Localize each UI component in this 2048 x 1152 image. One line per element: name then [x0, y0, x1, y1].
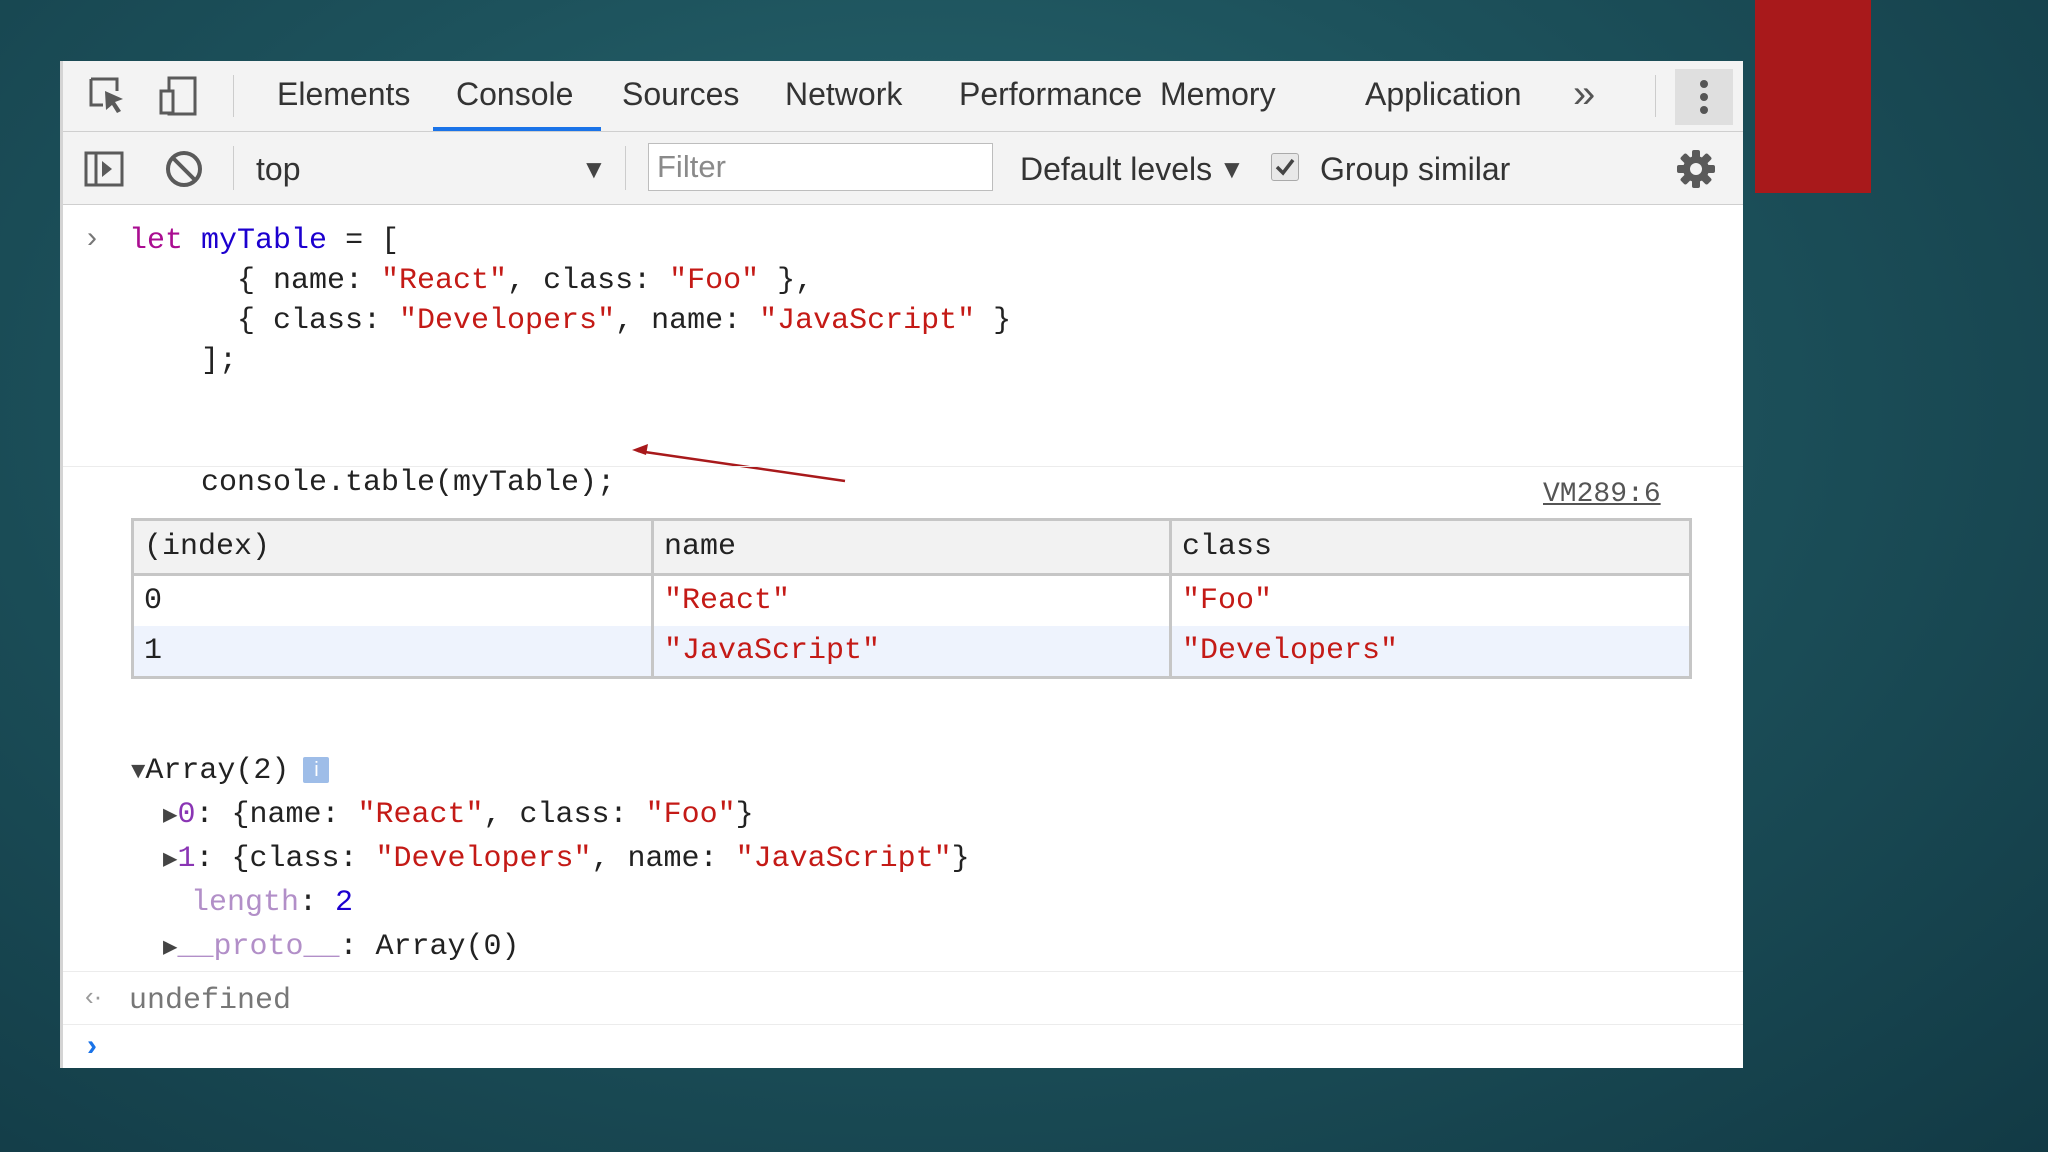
collapsed-triangle-icon[interactable]: ▶: [163, 847, 177, 874]
column-header[interactable]: class: [1169, 518, 1692, 576]
array-item-1[interactable]: ▶1: {class: "Developers", name: "JavaScr…: [163, 839, 970, 881]
array-proto[interactable]: ▶__proto__: Array(0): [163, 927, 520, 969]
expanded-triangle-icon[interactable]: ▼: [131, 759, 145, 786]
message-divider: [63, 971, 1743, 972]
table-cell: "Foo": [1169, 574, 1692, 626]
column-header[interactable]: name: [651, 518, 1172, 576]
table-cell: "Developers": [1169, 626, 1692, 679]
console-input-prompt-icon[interactable]: ›: [87, 1029, 97, 1063]
collapsed-triangle-icon[interactable]: ▶: [163, 935, 177, 962]
array-item-0[interactable]: ▶0: {name: "React", class: "Foo"}: [163, 795, 754, 837]
info-icon[interactable]: i: [303, 757, 330, 784]
red-decoration-block: [1755, 0, 1871, 193]
message-divider: [63, 1024, 1743, 1025]
array-tree-root[interactable]: ▼Array(2) i: [131, 751, 330, 793]
collapsed-triangle-icon[interactable]: ▶: [163, 803, 177, 830]
console-table: (index) name class 0 "React" "Foo" 1 "Ja…: [131, 518, 1692, 679]
table-row: 1 "JavaScript" "Developers": [131, 626, 1692, 679]
message-divider: [63, 466, 1743, 467]
table-cell: "JavaScript": [651, 626, 1172, 679]
source-link[interactable]: VM289:6: [1543, 479, 1661, 510]
table-header-row: (index) name class: [131, 518, 1692, 576]
devtools-panel: Elements Console Sources Network Perform…: [60, 61, 1743, 1068]
result-value: undefined: [129, 984, 292, 1018]
column-header[interactable]: (index): [131, 518, 654, 576]
array-length: length: 2: [191, 886, 354, 920]
table-cell: "React": [651, 574, 1172, 626]
table-cell: 1: [131, 626, 654, 679]
result-arrow-icon: ‹·: [85, 981, 103, 1011]
table-cell: 0: [131, 574, 654, 626]
table-row: 0 "React" "Foo": [131, 574, 1692, 626]
